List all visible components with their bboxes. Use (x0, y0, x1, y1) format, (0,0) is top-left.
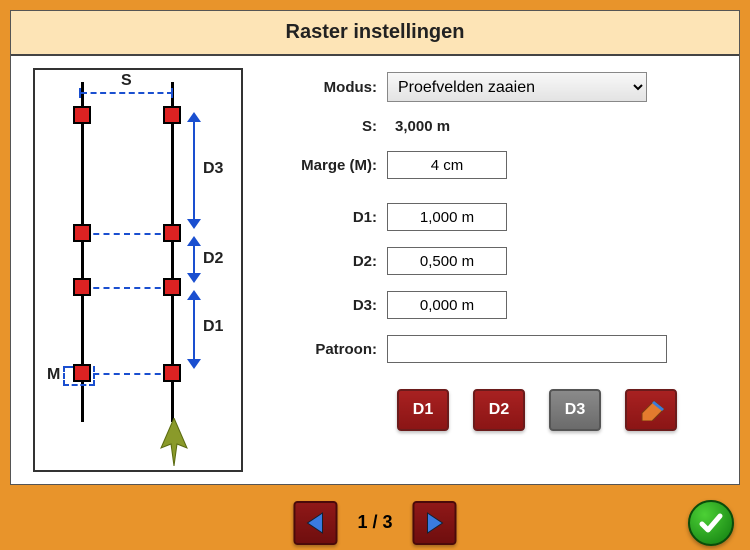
triangle-right-icon (424, 511, 446, 535)
page-title: Raster instellingen (11, 11, 739, 56)
eraser-icon (636, 399, 666, 421)
d3-label: D3: (267, 297, 387, 314)
check-icon (697, 509, 725, 537)
marge-label: Marge (M): (267, 157, 387, 174)
s-value: 3,000 m (387, 118, 450, 135)
d2-label: D2: (267, 253, 387, 270)
prev-button[interactable] (293, 501, 337, 545)
patroon-label: Patroon: (267, 341, 387, 358)
footer: 1 / 3 (0, 495, 750, 550)
next-button[interactable] (413, 501, 457, 545)
d3-input[interactable] (387, 291, 507, 319)
pager-text: 1 / 3 (357, 512, 392, 533)
d2-input[interactable] (387, 247, 507, 275)
erase-button[interactable] (625, 389, 677, 431)
form-panel: Modus: Proefvelden zaaien S: 3,000 m Mar… (267, 68, 717, 472)
arrow-marker-icon (157, 418, 191, 466)
d2-button[interactable]: D2 (473, 389, 525, 431)
d1-input[interactable] (387, 203, 507, 231)
modus-select[interactable]: Proefvelden zaaien (387, 72, 647, 102)
s-label: S: (267, 118, 387, 135)
confirm-button[interactable] (688, 500, 734, 546)
d1-button[interactable]: D1 (397, 389, 449, 431)
diagram-panel: S D3 D2 (33, 68, 243, 472)
diagram-label-d3: D3 (203, 160, 223, 178)
diagram-label-m: M (47, 366, 60, 384)
diagram-label-s: S (121, 72, 132, 90)
diagram-label-d2: D2 (203, 250, 223, 268)
d1-label: D1: (267, 209, 387, 226)
marge-input[interactable] (387, 151, 507, 179)
d3-button[interactable]: D3 (549, 389, 601, 431)
triangle-left-icon (304, 511, 326, 535)
modus-label: Modus: (267, 79, 387, 96)
patroon-input[interactable] (387, 335, 667, 363)
diagram-label-d1: D1 (203, 318, 223, 336)
